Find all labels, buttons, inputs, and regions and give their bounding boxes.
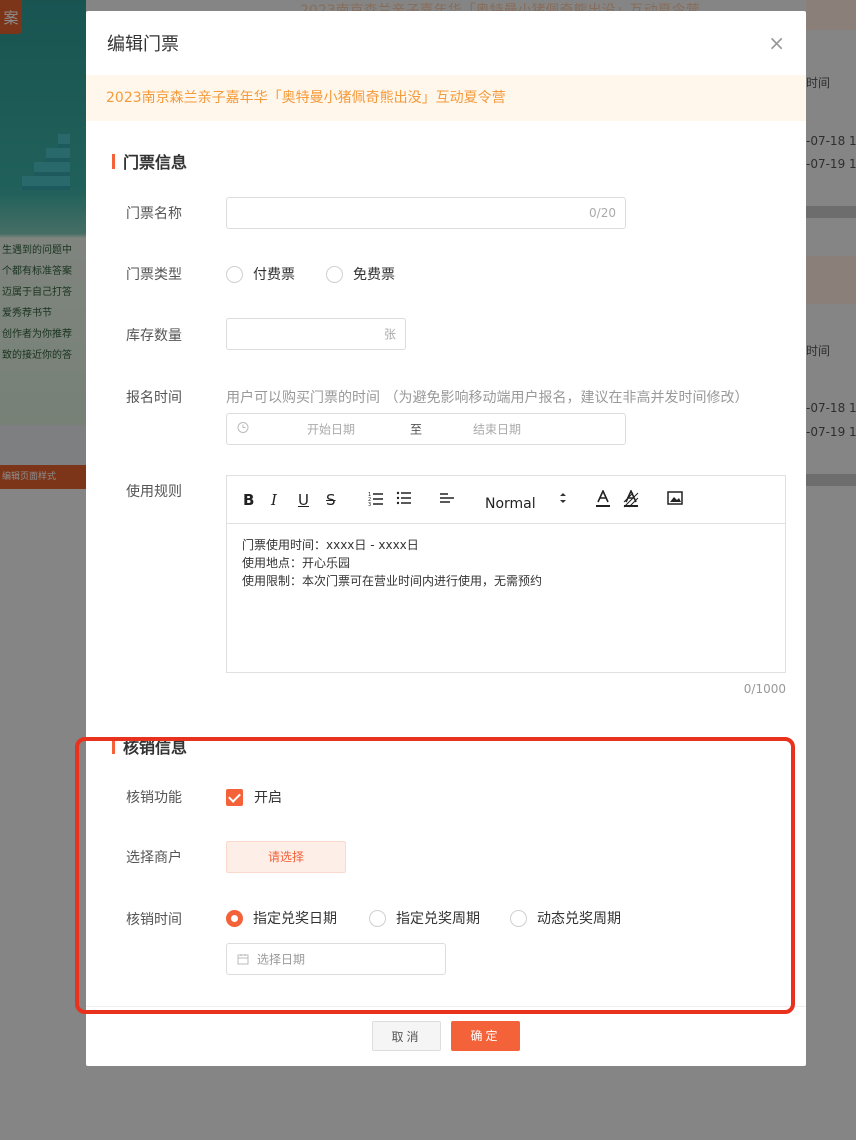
ticket-name-input[interactable]: 0/20	[226, 197, 626, 229]
modal-footer: 取消 确定	[86, 1006, 806, 1066]
modal-title: 编辑门票	[107, 34, 179, 55]
signup-time-label: 报名时间	[126, 390, 182, 406]
align-left-icon[interactable]	[439, 490, 455, 511]
stock-label: 库存数量	[126, 328, 182, 344]
section-marker	[112, 153, 115, 169]
ticket-name-label: 门票名称	[126, 206, 182, 222]
bullet-list-icon[interactable]	[396, 490, 412, 511]
ticket-info-heading: 门票信息	[112, 149, 187, 173]
signup-date-range[interactable]: 开始日期 至 结束日期	[226, 413, 626, 445]
text-color-icon[interactable]	[595, 489, 611, 513]
confirm-button[interactable]: 确定	[451, 1021, 520, 1051]
stock-unit: 张	[383, 327, 396, 342]
format-select[interactable]: Normal	[485, 494, 536, 514]
rules-label: 使用规则	[126, 484, 182, 500]
ticket-type-label: 门票类型	[126, 267, 182, 283]
annotation-highlight-box	[75, 737, 795, 1014]
svg-text:3: 3	[368, 502, 371, 506]
paid-ticket-radio[interactable]: 付费票	[226, 264, 295, 284]
select-arrows-icon	[558, 490, 568, 511]
rich-text-editor[interactable]: B I U S 123 Normal 门票使用时间：xxxx日 - xxxx日 …	[226, 475, 786, 673]
editor-content[interactable]: 门票使用时间：xxxx日 - xxxx日 使用地点：开心乐园 使用限制：本次门票…	[227, 524, 785, 602]
stock-input[interactable]: 张	[226, 318, 406, 350]
rules-counter: 0/1000	[743, 682, 786, 696]
close-icon[interactable]: ×	[768, 33, 785, 53]
range-separator: 至	[410, 422, 423, 437]
ticket-name-counter: 0/20	[589, 206, 616, 220]
radio-circle	[326, 265, 343, 283]
modal-header: 编辑门票 ×	[86, 11, 806, 75]
ordered-list-icon[interactable]: 123	[368, 490, 384, 511]
clock-icon	[237, 422, 249, 437]
signup-time-hint: 用户可以购买门票的时间 （为避免影响移动端用户报名，建议在非高并发时间修改）	[226, 390, 749, 406]
image-icon[interactable]	[667, 490, 683, 510]
italic-button[interactable]: I	[271, 490, 277, 510]
end-date-placeholder: 结束日期	[473, 422, 522, 437]
background-color-icon[interactable]	[623, 489, 639, 513]
strike-button[interactable]: S	[326, 490, 336, 510]
radio-circle	[226, 265, 243, 283]
cancel-button[interactable]: 取消	[372, 1021, 441, 1051]
start-date-placeholder: 开始日期	[307, 422, 356, 437]
event-notice: 2023南京森兰亲子嘉年华「奥特曼小猪佩奇熊出没」互动夏令营	[86, 75, 806, 121]
bold-button[interactable]: B	[243, 490, 254, 510]
editor-toolbar: B I U S 123 Normal	[227, 476, 785, 524]
free-ticket-radio[interactable]: 免费票	[326, 264, 395, 284]
underline-button[interactable]: U	[298, 490, 309, 510]
